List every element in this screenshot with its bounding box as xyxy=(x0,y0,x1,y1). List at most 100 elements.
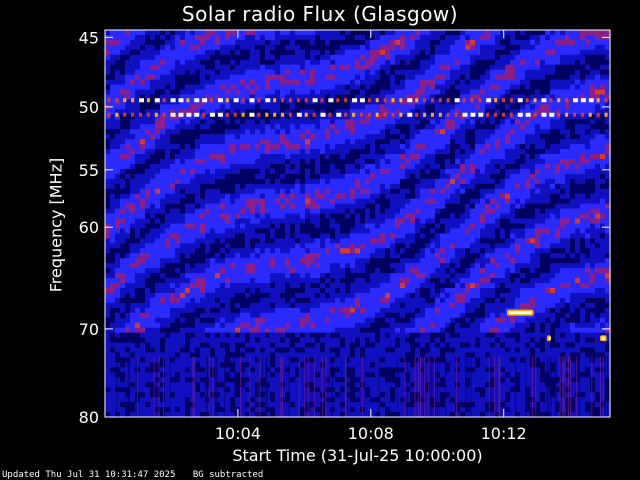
spectrogram-cell xyxy=(425,34,431,41)
spectrogram-cell xyxy=(270,54,276,61)
spectrogram-cell xyxy=(575,74,581,81)
spectrogram-cell xyxy=(490,193,496,200)
spectrogram-cell xyxy=(520,149,526,155)
spectrogram-cell xyxy=(480,149,486,155)
spectrogram-cell xyxy=(510,173,516,180)
spectrogram-cell xyxy=(400,139,406,145)
spectrogram-cell xyxy=(385,213,391,220)
spectrogram-cell xyxy=(475,218,481,225)
spectrogram-cell xyxy=(585,159,591,165)
spectrogram-cell xyxy=(415,74,421,81)
spectrogram-cell xyxy=(495,34,501,41)
spectrogram-cell xyxy=(470,228,476,235)
spectrogram-cell xyxy=(410,119,416,125)
spectrogram-cell xyxy=(175,233,181,239)
spectrogram-cell xyxy=(140,213,146,220)
spectrogram-cell xyxy=(415,144,421,150)
spectrogram-cell xyxy=(195,74,201,81)
spectrogram-cell xyxy=(270,79,276,86)
spectrogram-cell xyxy=(500,84,506,91)
spectrogram-cell xyxy=(425,79,431,86)
spectrogram-cell xyxy=(515,198,521,205)
spectrogram-cell xyxy=(565,84,571,91)
spectrogram-cell xyxy=(475,238,481,244)
spectrogram-cell xyxy=(600,69,606,76)
spectrogram-cell xyxy=(220,193,226,200)
spectrogram-cell xyxy=(215,273,221,279)
spectrogram-cell xyxy=(585,144,591,150)
spectrogram-cell xyxy=(570,104,576,110)
spectrogram-cell xyxy=(185,134,191,140)
spectrogram-cell xyxy=(250,193,256,200)
spectrogram-cell xyxy=(345,243,351,249)
spectrogram-cell xyxy=(570,69,576,76)
spectrogram-cell xyxy=(425,198,431,205)
spectrogram-cell xyxy=(165,129,171,135)
spectrogram-cell xyxy=(495,119,501,125)
spectrogram-cell xyxy=(165,154,171,160)
spectrogram-cell xyxy=(345,49,351,56)
spectrogram-cell xyxy=(310,213,316,220)
spectrogram-cell xyxy=(485,69,491,76)
spectrogram-cell xyxy=(355,30,361,36)
spectrogram-cell xyxy=(265,139,271,145)
spectrogram-cell xyxy=(405,124,411,130)
spectrogram-cell xyxy=(445,154,451,160)
spectrogram-cell xyxy=(560,134,566,140)
spectrogram-cell xyxy=(535,44,541,51)
spectrogram-cell xyxy=(295,134,301,140)
spectrogram-cell xyxy=(600,44,606,51)
spectrogram-cell xyxy=(390,263,396,269)
spectrogram-cell xyxy=(185,129,191,135)
spectrogram-cell xyxy=(320,44,326,51)
spectrogram-cell xyxy=(360,124,366,130)
spectrogram-cell xyxy=(455,193,461,200)
spectrogram-cell xyxy=(500,208,506,215)
spectrogram-cell xyxy=(490,74,496,81)
spectrogram-cell xyxy=(470,154,476,160)
spectrogram-cell xyxy=(310,119,316,125)
spectrogram-cell xyxy=(570,253,576,259)
spectrogram-cell xyxy=(330,134,336,140)
spectrogram-cell xyxy=(440,238,446,244)
spectrogram-cell xyxy=(285,183,291,190)
spectrogram-cell xyxy=(585,39,591,46)
spectrogram-cell xyxy=(270,119,276,125)
spectrogram-cell xyxy=(375,44,381,51)
spectrogram-cell xyxy=(480,84,486,91)
spectrogram-cell xyxy=(260,238,266,244)
spectrogram-cell xyxy=(460,154,466,160)
spectrogram-cell xyxy=(590,64,596,71)
spectrogram-cell xyxy=(230,144,236,150)
spectrogram-cell xyxy=(520,104,526,110)
spectrogram-cell xyxy=(275,168,281,175)
spectrogram-cell xyxy=(480,213,486,220)
spectrogram-cell xyxy=(595,163,601,170)
spectrogram-cell xyxy=(285,178,291,185)
spectrogram-cell xyxy=(505,188,511,195)
spectrogram-cell xyxy=(260,134,266,140)
spectrogram-cell xyxy=(325,273,331,279)
spectrogram-cell xyxy=(350,188,356,195)
spectrogram-cell xyxy=(465,139,471,145)
spectrogram-cell xyxy=(365,49,371,56)
spectrogram-cell xyxy=(410,149,416,155)
spectrogram-cell xyxy=(380,134,386,140)
spectrogram-cell xyxy=(365,34,371,41)
spectrogram-cell xyxy=(205,89,211,96)
spectrogram-cell xyxy=(470,218,476,225)
spectrogram-cell xyxy=(475,89,481,96)
spectrogram-cell xyxy=(385,168,391,175)
spectrogram-cell xyxy=(180,193,186,200)
spectrogram-cell xyxy=(470,30,476,36)
spectrogram-cell xyxy=(325,203,331,210)
spectrogram-cell xyxy=(525,218,531,225)
spectrogram-cell xyxy=(550,258,556,264)
spectrogram-cell xyxy=(150,124,156,130)
spectrogram-cell xyxy=(565,168,571,175)
spectrogram-cell xyxy=(525,228,531,235)
spectrogram-cell xyxy=(395,84,401,91)
spectrogram-cell xyxy=(205,34,211,41)
spectrogram-cell xyxy=(210,129,216,135)
spectrogram-cell xyxy=(200,258,206,264)
